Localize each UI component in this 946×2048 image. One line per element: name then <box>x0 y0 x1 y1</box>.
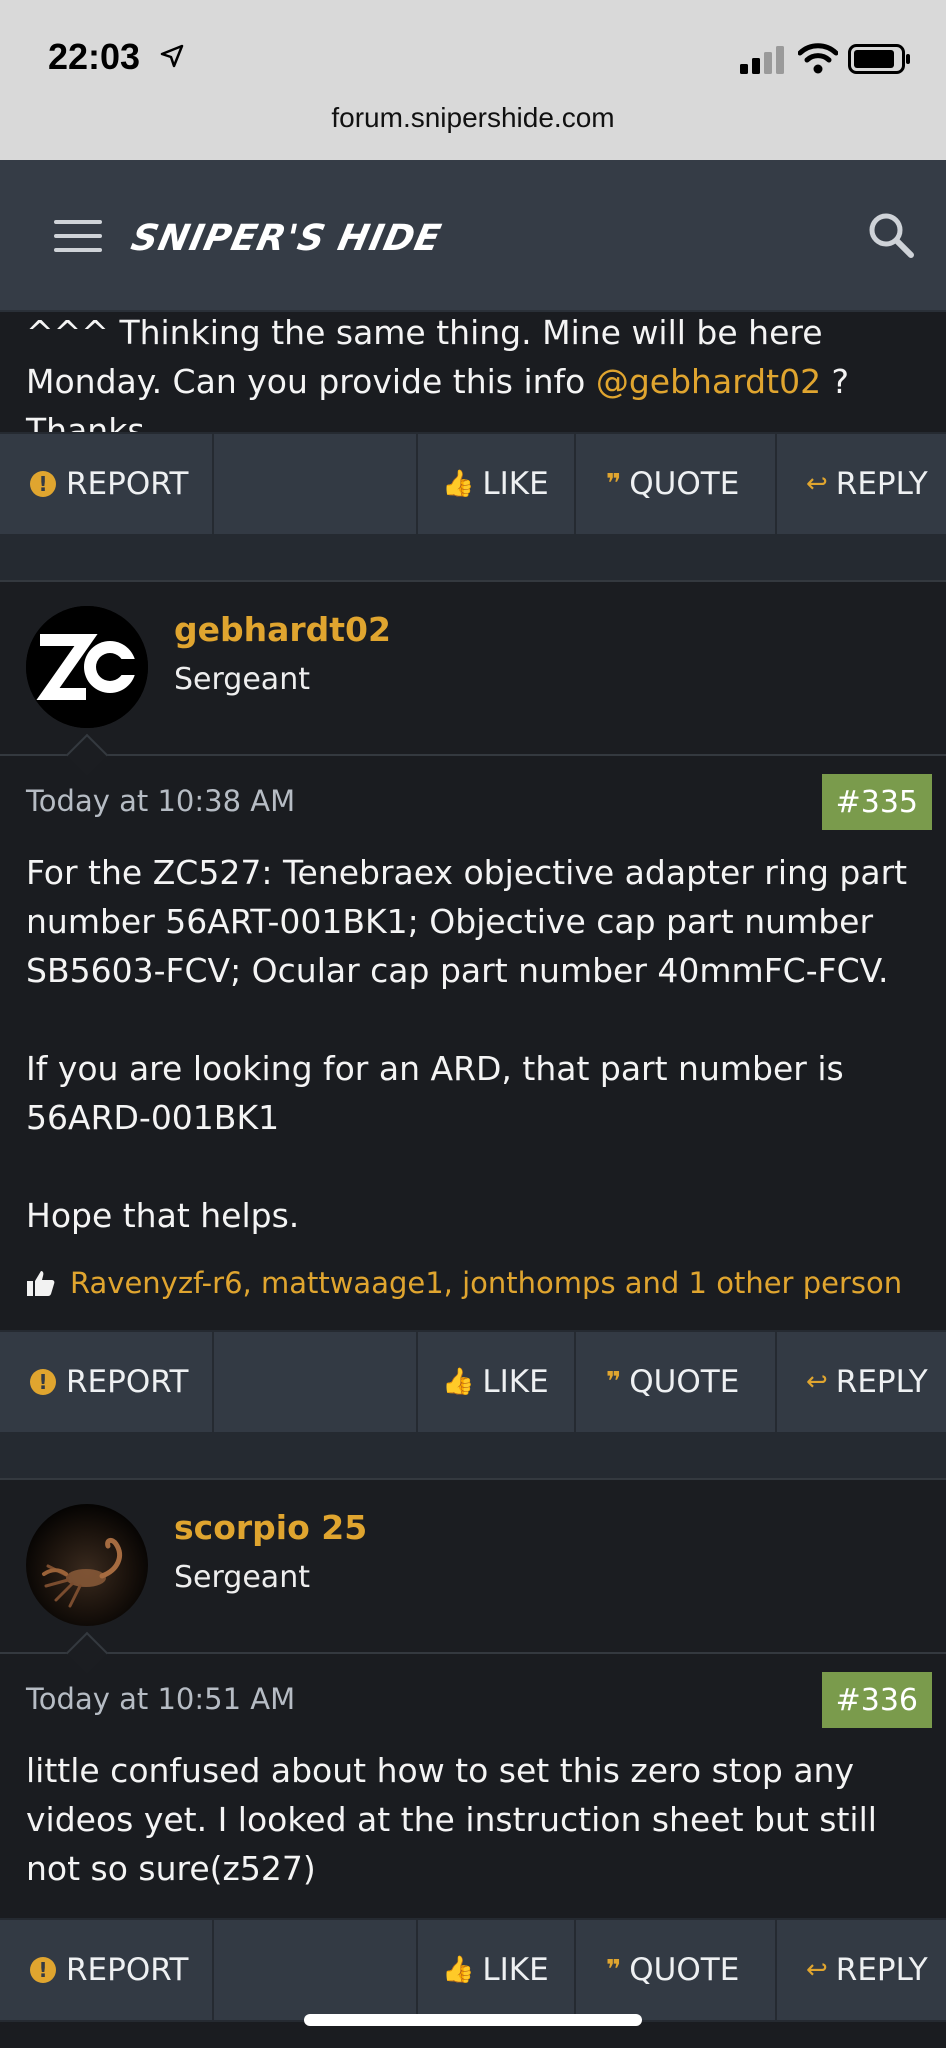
wifi-icon <box>798 43 838 74</box>
quote-icon: ❞ <box>606 1955 622 1985</box>
post-user-header: gebhardt02 Sergeant <box>0 580 946 777</box>
quote-button[interactable]: ❞ QUOTE <box>606 1920 739 2020</box>
reply-arrow-icon: ↩ <box>806 1367 828 1397</box>
username-link[interactable]: gebhardt02 <box>174 610 391 649</box>
scorpion-avatar-image <box>42 1537 122 1608</box>
user-mention-link[interactable]: @gebhardt02 <box>596 362 821 401</box>
reply-arrow-icon: ↩ <box>806 469 828 499</box>
thumbs-up-icon: 👍 <box>442 1955 475 1985</box>
post-separator <box>0 1434 946 1480</box>
cellular-signal-icon <box>740 46 784 74</box>
post-action-bar: ! REPORT 👍 LIKE ❞ QUOTE ↩ REPLY <box>0 1918 946 2022</box>
user-title: Sergeant <box>174 1560 310 1595</box>
avatar[interactable] <box>26 1504 148 1626</box>
site-logo[interactable]: SNIPER'S HIDE <box>128 218 445 259</box>
avatar[interactable] <box>26 606 148 728</box>
location-arrow-icon <box>160 44 184 68</box>
status-time: 22:03 <box>48 36 141 77</box>
report-button[interactable]: ! REPORT <box>30 1332 188 1432</box>
quote-button[interactable]: ❞ QUOTE <box>606 1332 739 1432</box>
reply-button[interactable]: ↩ REPLY <box>806 1920 928 2020</box>
search-icon[interactable] <box>866 210 916 260</box>
report-button[interactable]: ! REPORT <box>30 1920 188 2020</box>
username-link[interactable]: scorpio 25 <box>174 1508 367 1547</box>
like-button[interactable]: 👍 LIKE <box>442 1332 549 1432</box>
alert-icon: ! <box>30 1957 56 1983</box>
thumbs-up-icon: 👍 <box>442 1367 475 1397</box>
menu-icon[interactable] <box>54 220 102 254</box>
reply-button[interactable]: ↩ REPLY <box>806 434 928 534</box>
quote-icon: ❞ <box>606 1367 622 1397</box>
post-date[interactable]: Today at 10:51 AM <box>26 1682 295 1716</box>
post-date[interactable]: Today at 10:38 AM <box>26 784 295 818</box>
reply-arrow-icon: ↩ <box>806 1955 828 1985</box>
like-button[interactable]: 👍 LIKE <box>442 1920 549 2020</box>
thumbs-up-icon: 👍 <box>442 469 475 499</box>
browser-chrome: 22:03 forum.snipershide.com <box>0 0 946 160</box>
quote-button[interactable]: ❞ QUOTE <box>606 434 739 534</box>
report-button[interactable]: ! REPORT <box>30 434 188 534</box>
battery-icon <box>848 44 910 74</box>
site-header: SNIPER'S HIDE <box>0 160 946 312</box>
alert-icon: ! <box>30 1369 56 1395</box>
address-bar-url[interactable]: forum.snipershide.com <box>0 102 946 134</box>
post-number-badge[interactable]: #335 <box>821 774 932 830</box>
quote-icon: ❞ <box>606 469 622 499</box>
thumbs-up-icon <box>27 1271 55 1296</box>
reply-button[interactable]: ↩ REPLY <box>806 1332 928 1432</box>
post-user-header: scorpio 25 Sergeant <box>0 1478 946 1675</box>
likes-summary[interactable]: Ravenyzf-r6, mattwaage1, jonthomps and 1… <box>26 1266 902 1300</box>
post-content: For the ZC527: Tenebraex objective adapt… <box>26 853 908 1235</box>
home-indicator[interactable] <box>304 2014 642 2026</box>
like-button[interactable]: 👍 LIKE <box>442 434 549 534</box>
alert-icon: ! <box>30 471 56 497</box>
post-action-bar: ! REPORT 👍 LIKE ❞ QUOTE ↩ REPLY <box>0 1330 946 1434</box>
post-action-bar: ! REPORT 👍 LIKE ❞ QUOTE ↩ REPLY <box>0 432 946 536</box>
post-separator <box>0 536 946 582</box>
user-title: Sergeant <box>174 662 310 697</box>
zc-logo-avatar <box>26 606 148 728</box>
post-content: little confused about how to set this ze… <box>26 1751 877 1888</box>
post-number-badge[interactable]: #336 <box>821 1672 932 1728</box>
